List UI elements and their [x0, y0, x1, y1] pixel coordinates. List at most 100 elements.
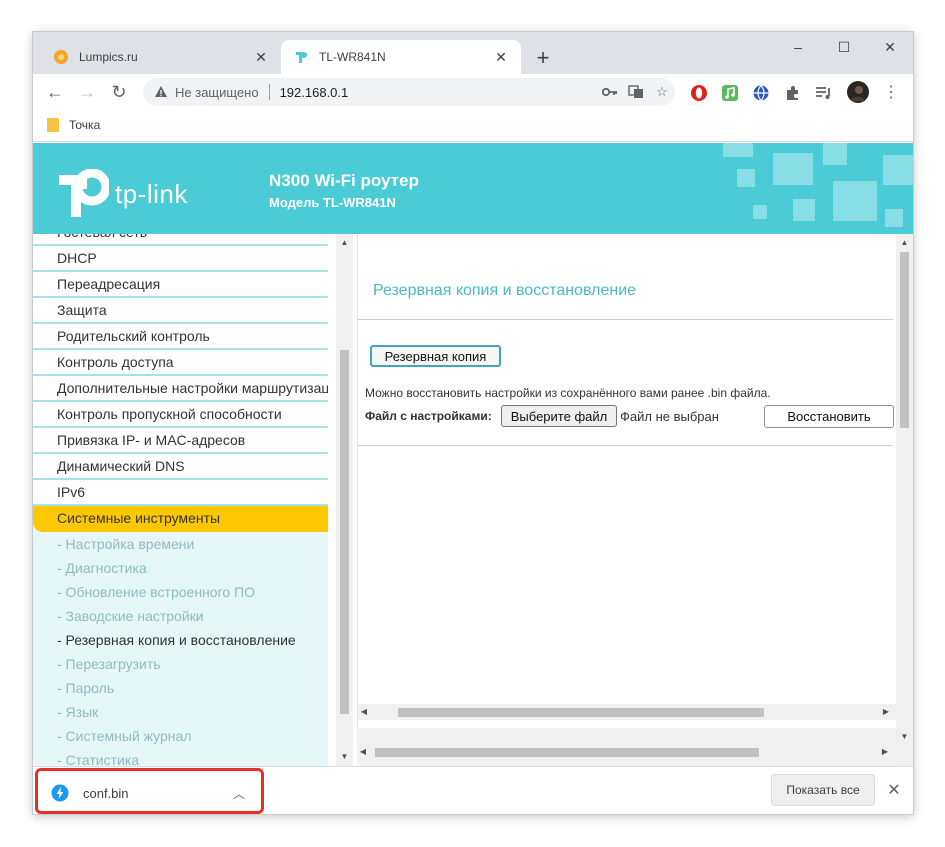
close-icon[interactable]: ✕	[883, 779, 905, 801]
close-window-button[interactable]: ✕	[867, 32, 913, 62]
tab-lumpics[interactable]: Lumpics.ru ✕	[41, 40, 281, 74]
address-bar[interactable]: Не защищено 192.168.0.1 ☆	[143, 78, 675, 106]
sidebar-subitem-statistics[interactable]: - Статистика	[33, 748, 328, 766]
file-status: Файл не выбран	[620, 409, 719, 424]
opera-icon[interactable]	[688, 82, 710, 104]
router-header: tp-link N300 Wi-Fi роутер Модель TL-WR84…	[33, 143, 913, 234]
new-tab-button[interactable]: +	[531, 46, 555, 70]
star-icon[interactable]: ☆	[649, 82, 675, 102]
router-title: N300 Wi-Fi роутер	[269, 171, 419, 190]
sidebar-item-ipv6[interactable]: IPv6	[33, 480, 328, 506]
sidebar-item-ip-mac-binding[interactable]: Привязка IP- и MAC-адресов	[33, 428, 328, 454]
sidebar-subitem-reboot[interactable]: - Перезагрузить	[33, 652, 328, 676]
decor-square	[883, 155, 913, 185]
decor-square	[773, 153, 813, 185]
sidebar-item-dhcp[interactable]: DHCP	[33, 246, 328, 272]
scroll-down-icon[interactable]: ▼	[336, 752, 353, 761]
choose-file-button[interactable]: Выберите файл	[501, 405, 617, 427]
tab-strip: Lumpics.ru ✕ TL-WR841N ✕ + – ☐ ✕	[33, 32, 913, 74]
globe-icon[interactable]	[750, 82, 772, 104]
scrollbar-thumb[interactable]	[375, 748, 759, 757]
lower-hscrollbar[interactable]: ◀ ▶	[357, 744, 896, 760]
menu-dots-icon[interactable]: ⋮	[879, 80, 903, 104]
sidebar-subitem-backup[interactable]: - Резервная копия и восстановление	[33, 628, 328, 652]
scrollbar-thumb[interactable]	[900, 252, 909, 428]
sidebar-item-access-control[interactable]: Контроль доступа	[33, 350, 328, 376]
content-hscrollbar[interactable]: ◀ ▶	[358, 704, 897, 720]
sidebar-item-forwarding[interactable]: Переадресация	[33, 272, 328, 298]
tab-title: TL-WR841N	[319, 50, 386, 64]
logo-text: tp-link	[115, 178, 188, 209]
tab-title: Lumpics.ru	[79, 50, 138, 64]
scroll-left-icon[interactable]: ◀	[358, 707, 370, 716]
divider	[268, 84, 270, 100]
maximize-button[interactable]: ☐	[821, 32, 867, 62]
show-all-button[interactable]: Показать все	[771, 774, 875, 806]
sidebar-item-advanced-routing[interactable]: Дополнительные настройки маршрутизации	[33, 376, 328, 402]
scroll-right-icon[interactable]: ▶	[879, 747, 891, 756]
scrollbar-thumb[interactable]	[340, 350, 349, 714]
page-title: Резервная копия и восстановление	[373, 282, 637, 299]
puzzle-icon[interactable]	[782, 82, 804, 104]
forward-icon[interactable]: →	[75, 80, 99, 104]
minimize-button[interactable]: –	[775, 32, 821, 62]
browser-toolbar: ← → ↻ Не защищено 192.168.0.1 ☆ ⋮	[33, 74, 913, 110]
avatar[interactable]	[846, 80, 870, 104]
sidebar-subitem-firmware[interactable]: - Обновление встроенного ПО	[33, 580, 328, 604]
bookmarks-bar: Точка	[33, 110, 913, 142]
sidebar-subitem-language[interactable]: - Язык	[33, 700, 328, 724]
close-icon[interactable]: ✕	[251, 47, 271, 67]
sidebar-item-parental-control[interactable]: Родительский контроль	[33, 324, 328, 350]
sidebar-scrollbar[interactable]: ▲ ▼	[336, 234, 353, 766]
lower-panel: ◀ ▶	[357, 728, 896, 766]
sidebar-item-bandwidth-control[interactable]: Контроль пропускной способности	[33, 402, 328, 428]
decor-square	[753, 205, 767, 219]
decor-square	[737, 169, 755, 187]
main-content: Резервная копия и восстановление Резервн…	[357, 234, 897, 766]
tplink-logo-icon	[59, 169, 109, 217]
tplink-logo: tp-link	[57, 169, 188, 219]
back-icon[interactable]: ←	[43, 80, 67, 104]
sidebar-subitem-diagnostics[interactable]: - Диагностика	[33, 556, 328, 580]
backup-button[interactable]: Резервная копия	[370, 345, 501, 367]
scroll-right-icon[interactable]: ▶	[880, 707, 892, 716]
tplink-icon	[293, 49, 309, 65]
highlight-box	[35, 768, 264, 814]
restore-note: Можно восстановить настройки из сохранён…	[365, 386, 771, 400]
scroll-down-icon[interactable]: ▼	[896, 732, 913, 741]
close-icon[interactable]: ✕	[491, 47, 511, 67]
divider	[358, 319, 893, 320]
page-scrollbar[interactable]: ▲ ▼	[896, 234, 913, 766]
bookmark-label: Точка	[69, 118, 101, 132]
tab-tplink[interactable]: TL-WR841N ✕	[281, 40, 521, 74]
scroll-left-icon[interactable]: ◀	[357, 747, 369, 756]
sidebar-item-dynamic-dns[interactable]: Динамический DNS	[33, 454, 328, 480]
download-bar: conf.bin ︿ Показать все ✕	[33, 766, 913, 814]
sidebar-subitem-syslog[interactable]: - Системный журнал	[33, 724, 328, 748]
folder-icon	[47, 118, 59, 132]
sidebar-item-system-tools[interactable]: Системные инструменты	[33, 506, 328, 532]
security-status: Не защищено	[175, 84, 259, 100]
sidebar-subitem-password[interactable]: - Пароль	[33, 676, 328, 700]
divider	[358, 445, 893, 446]
bookmark-folder[interactable]: Точка	[47, 118, 100, 132]
restore-button[interactable]: Восстановить	[764, 405, 894, 428]
key-icon[interactable]	[597, 82, 623, 102]
decor-square	[885, 209, 903, 227]
router-subtitle: Модель TL-WR841N	[269, 195, 396, 210]
url-text[interactable]: 192.168.0.1	[280, 85, 597, 100]
sidebar-subitem-time[interactable]: - Настройка времени	[33, 532, 328, 556]
media-control-icon[interactable]	[813, 82, 835, 104]
translate-icon[interactable]	[623, 82, 649, 102]
warning-icon[interactable]	[153, 84, 169, 100]
sidebar-subitem-factory[interactable]: - Заводские настройки	[33, 604, 328, 628]
sidebar-item-guest-network[interactable]: Гостевая сеть	[33, 234, 328, 246]
scroll-up-icon[interactable]: ▲	[896, 238, 913, 247]
scrollbar-thumb[interactable]	[398, 708, 764, 717]
scroll-up-icon[interactable]: ▲	[336, 238, 353, 247]
reload-icon[interactable]: ↻	[107, 80, 131, 104]
music-icon[interactable]	[719, 82, 741, 104]
decor-square	[833, 181, 877, 221]
file-label: Файл с настройками:	[365, 409, 492, 423]
sidebar-item-security[interactable]: Защита	[33, 298, 328, 324]
